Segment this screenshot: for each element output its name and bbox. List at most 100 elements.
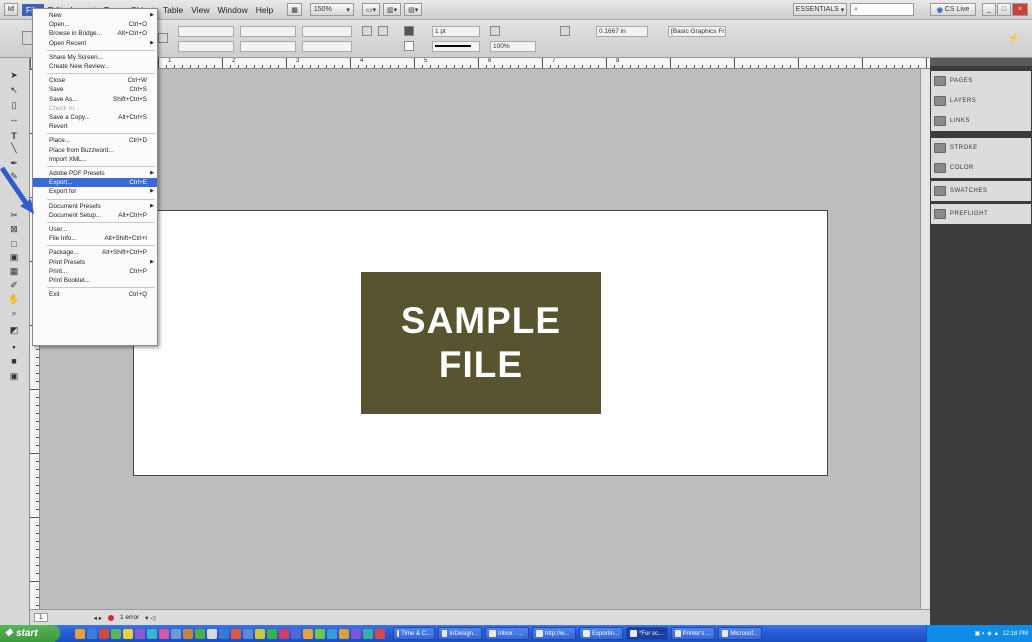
tray-icons[interactable]: ▣ ◐ ◈ ▲ bbox=[974, 630, 999, 637]
preflight-status[interactable]: 1 error bbox=[120, 614, 139, 621]
arrange-icon[interactable]: ▤▾ bbox=[404, 3, 423, 16]
quick-launch-icon[interactable] bbox=[159, 628, 169, 639]
fill-swatch-icon[interactable] bbox=[404, 26, 414, 36]
file-menu-item-new[interactable]: New ▶ bbox=[33, 11, 157, 20]
file-menu-item-open-recent[interactable]: Open Recent ▶ bbox=[33, 39, 157, 48]
w-field[interactable] bbox=[178, 26, 234, 37]
quick-launch-icon[interactable] bbox=[339, 628, 349, 639]
menu-window[interactable]: Window bbox=[214, 4, 252, 16]
panel-tab-pages[interactable]: PAGES bbox=[931, 71, 1031, 91]
file-menu-item-revert[interactable]: Revert bbox=[33, 122, 157, 131]
quick-launch-icon[interactable] bbox=[363, 628, 373, 639]
scale-y-field[interactable] bbox=[240, 41, 296, 52]
panel-tab-stroke[interactable]: STROKE bbox=[931, 138, 1031, 158]
file-menu-item-print[interactable]: Print... Ctrl+P bbox=[33, 267, 157, 276]
menu-help[interactable]: Help bbox=[252, 4, 277, 16]
start-button[interactable]: ❖ start bbox=[0, 625, 60, 642]
gap-tool-icon[interactable]: ↔ bbox=[7, 113, 21, 124]
quick-launch-icon[interactable] bbox=[135, 628, 145, 639]
file-menu-item-document-presets[interactable]: Document Presets ▶ bbox=[33, 202, 157, 211]
quick-launch-icon[interactable] bbox=[375, 628, 385, 639]
quick-launch-icon[interactable] bbox=[147, 628, 157, 639]
opacity-field[interactable]: 100% bbox=[490, 41, 536, 52]
rotate-field[interactable] bbox=[302, 26, 352, 37]
quick-launch-icon[interactable] bbox=[327, 628, 337, 639]
quick-launch-icon[interactable] bbox=[315, 628, 325, 639]
panel-menu-icon[interactable]: ⚡ bbox=[1008, 33, 1019, 43]
file-menu-item-place[interactable]: Place... Ctrl+D bbox=[33, 136, 157, 145]
taskbar-task[interactable]: InDesign... bbox=[438, 627, 482, 640]
file-menu-item-import-xml[interactable]: Import XML... bbox=[33, 155, 157, 164]
taskbar-task[interactable]: Printer's ... bbox=[671, 627, 715, 640]
quick-launch-icon[interactable] bbox=[303, 628, 313, 639]
quick-launch-icon[interactable] bbox=[99, 628, 109, 639]
quick-launch-icon[interactable] bbox=[171, 628, 181, 639]
shear-field[interactable] bbox=[302, 41, 352, 52]
quick-launch-icon[interactable] bbox=[87, 628, 97, 639]
maximize-button[interactable]: □ bbox=[997, 3, 1011, 16]
workspace-switcher[interactable]: ESSENTIALS ▾ bbox=[793, 3, 847, 16]
quick-launch-icon[interactable] bbox=[351, 628, 361, 639]
file-menu-item-print-booklet[interactable]: Print Booklet... bbox=[33, 276, 157, 285]
quick-launch-icon[interactable] bbox=[123, 628, 133, 639]
panel-tab-color[interactable]: COLOR bbox=[931, 158, 1031, 178]
bridge-icon[interactable]: ▦ bbox=[287, 3, 302, 16]
gradient-tool-icon[interactable]: ▦ bbox=[7, 266, 21, 277]
measure-field[interactable]: 0.1667 in bbox=[596, 26, 648, 37]
type-tool-icon[interactable]: T bbox=[7, 130, 21, 141]
quick-launch-icon[interactable] bbox=[111, 628, 121, 639]
screen-mode-icon[interactable]: ▭▾ bbox=[361, 3, 380, 16]
horizontal-ruler[interactable]: 1 2 3 4 5 6 7 8 bbox=[30, 58, 930, 69]
quick-launch-icon[interactable] bbox=[243, 628, 253, 639]
panel-dock-header[interactable] bbox=[930, 58, 1032, 66]
menu-table[interactable]: Table bbox=[159, 4, 187, 16]
cs-live-button[interactable]: ◉ CS Live bbox=[930, 3, 976, 16]
quick-launch-icon[interactable] bbox=[279, 628, 289, 639]
document-page[interactable]: SAMPLE FILE bbox=[133, 210, 828, 476]
zoom-level[interactable]: 150% ▾ bbox=[309, 3, 354, 16]
quick-launch-icon[interactable] bbox=[291, 628, 301, 639]
quick-launch-icon[interactable] bbox=[207, 628, 217, 639]
stroke-weight-field[interactable]: 1 pt bbox=[432, 26, 480, 37]
quick-launch-icon[interactable] bbox=[267, 628, 277, 639]
quick-launch-icon[interactable] bbox=[255, 628, 265, 639]
taskbar-task[interactable]: Inbox - ... bbox=[485, 627, 529, 640]
view-options-icon[interactable]: ▥▾ bbox=[383, 3, 402, 16]
file-menu-item-save[interactable]: Save Ctrl+S bbox=[33, 85, 157, 94]
stroke-type-field[interactable] bbox=[432, 41, 480, 52]
vertical-scrollbar[interactable] bbox=[920, 69, 930, 609]
search-field[interactable]: ⌕ bbox=[850, 3, 914, 16]
file-menu-item-export-for[interactable]: Export for ▶ bbox=[33, 187, 157, 196]
h-field[interactable] bbox=[178, 41, 234, 52]
page-nav-icon[interactable]: ◂ ▸ bbox=[94, 614, 102, 622]
file-menu-item-package[interactable]: Package... Alt+Shift+Ctrl+P bbox=[33, 248, 157, 257]
quick-launch-icon[interactable] bbox=[195, 628, 205, 639]
frame-style-field[interactable]: [Basic Graphics Frame]+ bbox=[668, 26, 726, 37]
panel-tab-preflight[interactable]: PREFLIGHT bbox=[931, 204, 1031, 224]
taskbar-task[interactable]: *For sc... bbox=[626, 627, 668, 640]
file-menu-item-save-as[interactable]: Save As... Shift+Ctrl+S bbox=[33, 95, 157, 104]
file-menu-item-create-new-review[interactable]: Create New Review... bbox=[33, 62, 157, 71]
file-menu-item-save-a-copy[interactable]: Save a Copy... Alt+Ctrl+S bbox=[33, 113, 157, 122]
page-tool-icon[interactable]: ▯ bbox=[7, 100, 21, 111]
page-number-field[interactable]: 1 bbox=[34, 613, 48, 622]
select-container-icon[interactable] bbox=[378, 26, 388, 36]
rectangle-tool-icon[interactable]: □ bbox=[7, 238, 21, 249]
panel-tab-swatches[interactable]: SWATCHES bbox=[931, 181, 1031, 201]
hand-tool-icon[interactable]: ✋ bbox=[7, 294, 21, 305]
file-menu-item-user[interactable]: User... bbox=[33, 225, 157, 234]
menu-view[interactable]: View bbox=[187, 4, 213, 16]
file-menu-item-document-setup[interactable]: Document Setup... Alt+Ctrl+P bbox=[33, 211, 157, 220]
quick-launch-icon[interactable] bbox=[75, 628, 85, 639]
stroke-swatch-icon[interactable] bbox=[404, 41, 414, 51]
quick-launch-icon[interactable] bbox=[231, 628, 241, 639]
file-menu-item-place-from-buzzword[interactable]: Place from Buzzword... bbox=[33, 146, 157, 155]
taskbar-task[interactable]: Microsof... bbox=[718, 627, 762, 640]
selection-tool-icon[interactable]: ➤ bbox=[7, 70, 21, 81]
scale-x-field[interactable] bbox=[240, 26, 296, 37]
taskbar-task[interactable]: Time & C... bbox=[393, 627, 435, 640]
file-menu-item-adobe-pdf-presets[interactable]: Adobe PDF Presets ▶ bbox=[33, 169, 157, 178]
text-wrap-icon[interactable] bbox=[560, 26, 570, 36]
taskbar-task[interactable]: http://w... bbox=[532, 627, 576, 640]
direct-selection-tool-icon[interactable]: ↖ bbox=[7, 85, 21, 96]
